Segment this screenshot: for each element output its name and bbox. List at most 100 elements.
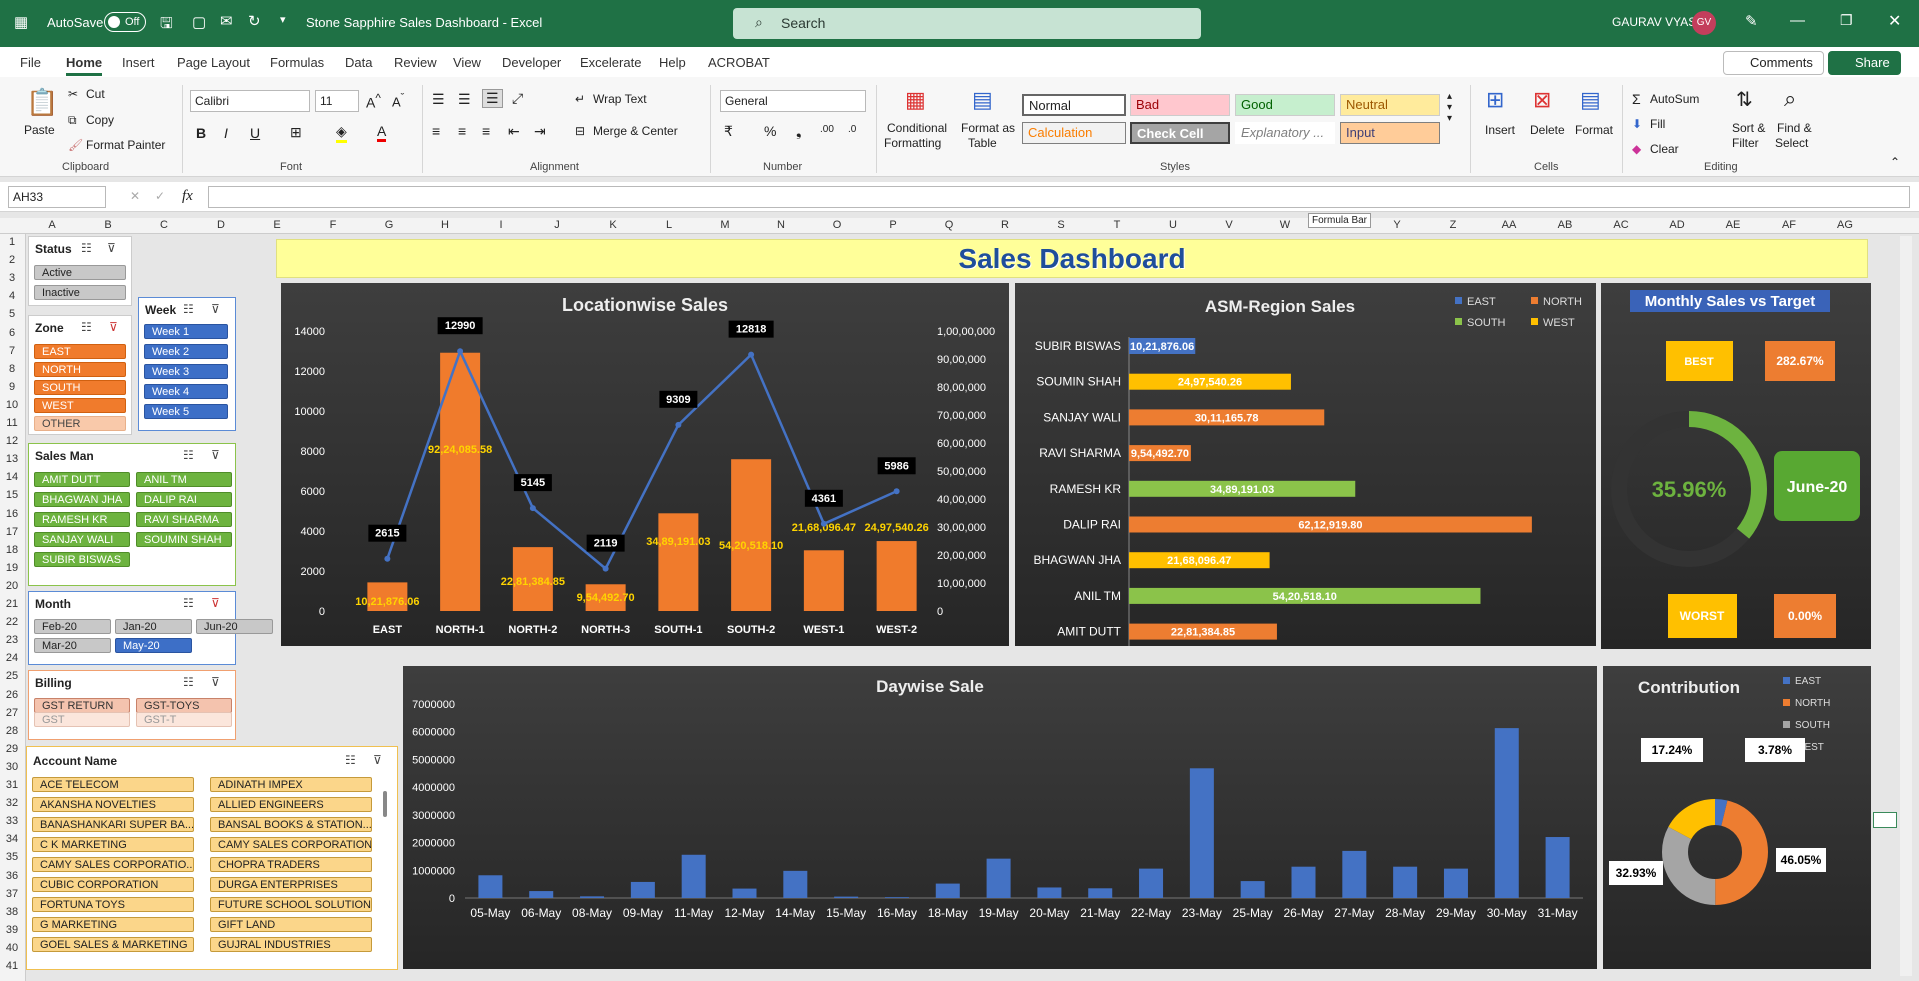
row-header-16[interactable]: 16 (0, 508, 24, 520)
number-format-select[interactable]: General (720, 90, 866, 112)
slicer-salesman-item[interactable]: AMIT DUTT (34, 472, 130, 487)
restore-icon[interactable]: ❐ (1840, 12, 1853, 29)
font-size-select[interactable]: 11 (315, 90, 359, 112)
search-box[interactable]: ⌕ Search (733, 8, 1201, 39)
column-header-ab[interactable]: AB (1545, 219, 1585, 231)
align-middle-icon[interactable]: ☰ (458, 91, 471, 108)
mail-icon[interactable]: ✉ (220, 12, 233, 30)
clear-filter-icon[interactable]: ⊽ (107, 241, 116, 255)
column-header-d[interactable]: D (201, 219, 241, 231)
slicer-week-item[interactable]: Week 4 (144, 384, 228, 399)
menu-excelerate[interactable]: Excelerate (580, 55, 641, 70)
underline-icon[interactable]: U (250, 125, 260, 141)
bold-icon[interactable]: B (196, 125, 206, 141)
slicer-month-item[interactable]: Mar-20 (34, 638, 111, 653)
slicer-account-item[interactable]: CHOPRA TRADERS (210, 857, 372, 872)
slicer-account-item[interactable]: GUJRAL INDUSTRIES (210, 937, 372, 952)
borders-icon[interactable]: ⊞ (290, 124, 302, 141)
selected-cell[interactable] (1873, 812, 1897, 828)
slicer-account-item[interactable]: FUTURE SCHOOL SOLUTIONS (210, 897, 372, 912)
slicer-zone-item[interactable]: OTHER (34, 416, 126, 431)
comments-button[interactable]: Comments (1723, 51, 1824, 75)
menu-help[interactable]: Help (659, 55, 686, 70)
slicer-month-item[interactable]: Jan-20 (115, 619, 192, 634)
format-button[interactable]: Format (1575, 123, 1613, 137)
style-good[interactable]: Good (1235, 94, 1335, 116)
vertical-scrollbar[interactable] (1900, 236, 1912, 976)
function-icon[interactable]: fx (182, 188, 193, 205)
share-button[interactable]: Share (1828, 51, 1901, 75)
styles-scroll-icon[interactable]: ▴ ▾ ▾ (1447, 91, 1452, 124)
save-icon[interactable]: 🖫 (160, 13, 173, 38)
row-header-13[interactable]: 13 (0, 453, 24, 465)
percent-icon[interactable]: % (764, 123, 776, 139)
merge-center-icon[interactable]: ⊟ (575, 124, 585, 138)
style-bad[interactable]: Bad (1130, 94, 1230, 116)
slicer-zone-item[interactable]: SOUTH (34, 380, 126, 395)
column-header-h[interactable]: H (425, 219, 465, 231)
copy-icon[interactable]: ⧉ (68, 113, 77, 128)
increase-decimal-icon[interactable]: .00 (820, 124, 834, 135)
comma-icon[interactable]: ❟ (796, 123, 802, 140)
column-header-af[interactable]: AF (1769, 219, 1809, 231)
excel-logo-icon[interactable]: ▦ (14, 13, 28, 31)
row-header-32[interactable]: 32 (0, 797, 24, 809)
slicer-account-item[interactable]: ALLIED ENGINEERS (210, 797, 372, 812)
style-normal[interactable]: Normal (1022, 94, 1126, 116)
enter-icon[interactable]: ✓ (155, 189, 165, 203)
row-header-34[interactable]: 34 (0, 833, 24, 845)
row-header-12[interactable]: 12 (0, 435, 24, 447)
increase-font-icon[interactable]: A^ (366, 92, 381, 111)
slicer-account-item[interactable]: GOEL SALES & MARKETING (32, 937, 194, 952)
collapse-ribbon-icon[interactable]: ⌃ (1890, 155, 1900, 169)
slicer-account-item[interactable]: ADINATH IMPEX (210, 777, 372, 792)
row-header-21[interactable]: 21 (0, 598, 24, 610)
format-painter-button[interactable]: Format Painter (86, 138, 165, 152)
row-header-27[interactable]: 27 (0, 707, 24, 719)
slicer-week-item[interactable]: Week 2 (144, 344, 228, 359)
column-header-p[interactable]: P (873, 219, 913, 231)
column-header-m[interactable]: M (705, 219, 745, 231)
slicer-salesman-item[interactable]: ANIL TM (136, 472, 232, 487)
slicer-billing-item[interactable]: GST-TOYS (136, 698, 232, 713)
align-left-icon[interactable]: ≡ (432, 123, 440, 139)
multi-select-icon[interactable]: ☷ (183, 596, 194, 610)
column-header-g[interactable]: G (369, 219, 409, 231)
clear-filter-icon[interactable]: ⊽ (109, 320, 118, 334)
close-icon[interactable]: ✕ (1888, 11, 1901, 31)
row-header-10[interactable]: 10 (0, 399, 24, 411)
menu-view[interactable]: View (453, 55, 481, 70)
column-header-q[interactable]: Q (929, 219, 969, 231)
slicer-salesman-item[interactable]: RAVI SHARMA (136, 512, 232, 527)
wrap-text-button[interactable]: Wrap Text (593, 92, 647, 106)
slicer-salesman-item[interactable]: RAMESH KR (34, 512, 130, 527)
clear-icon[interactable]: ◆ (1632, 142, 1641, 156)
column-header-u[interactable]: U (1153, 219, 1193, 231)
increase-indent-icon[interactable]: ⇥ (534, 123, 546, 140)
fill-button[interactable]: Fill (1650, 117, 1665, 131)
multi-select-icon[interactable]: ☷ (81, 241, 92, 255)
font-color-icon[interactable]: A (377, 123, 387, 142)
format-table-icon[interactable]: ▤ (972, 87, 993, 113)
conditional-formatting-icon[interactable]: ▦ (905, 87, 926, 113)
autosum-button[interactable]: AutoSum (1650, 92, 1699, 106)
copy-button[interactable]: Copy (86, 113, 114, 127)
style-input[interactable]: Input (1340, 122, 1440, 144)
style-neutral[interactable]: Neutral (1340, 94, 1440, 116)
row-header-23[interactable]: 23 (0, 634, 24, 646)
slicer-month-item[interactable]: Feb-20 (34, 619, 111, 634)
decrease-indent-icon[interactable]: ⇤ (508, 123, 520, 140)
clear-filter-icon[interactable]: ⊽ (211, 448, 220, 462)
delete-button[interactable]: Delete (1530, 123, 1565, 137)
row-header-36[interactable]: 36 (0, 870, 24, 882)
row-header-29[interactable]: 29 (0, 743, 24, 755)
find-select-icon[interactable]: ⌕ (1784, 86, 1796, 112)
multi-select-icon[interactable]: ☷ (183, 448, 194, 462)
column-header-n[interactable]: N (761, 219, 801, 231)
row-header-38[interactable]: 38 (0, 906, 24, 918)
slicer-account-item[interactable]: DURGA ENTERPRISES (210, 877, 372, 892)
name-box[interactable]: AH33 (8, 186, 106, 208)
row-header-39[interactable]: 39 (0, 924, 24, 936)
slicer-status-item[interactable]: Active (34, 265, 126, 280)
row-header-8[interactable]: 8 (0, 363, 24, 375)
